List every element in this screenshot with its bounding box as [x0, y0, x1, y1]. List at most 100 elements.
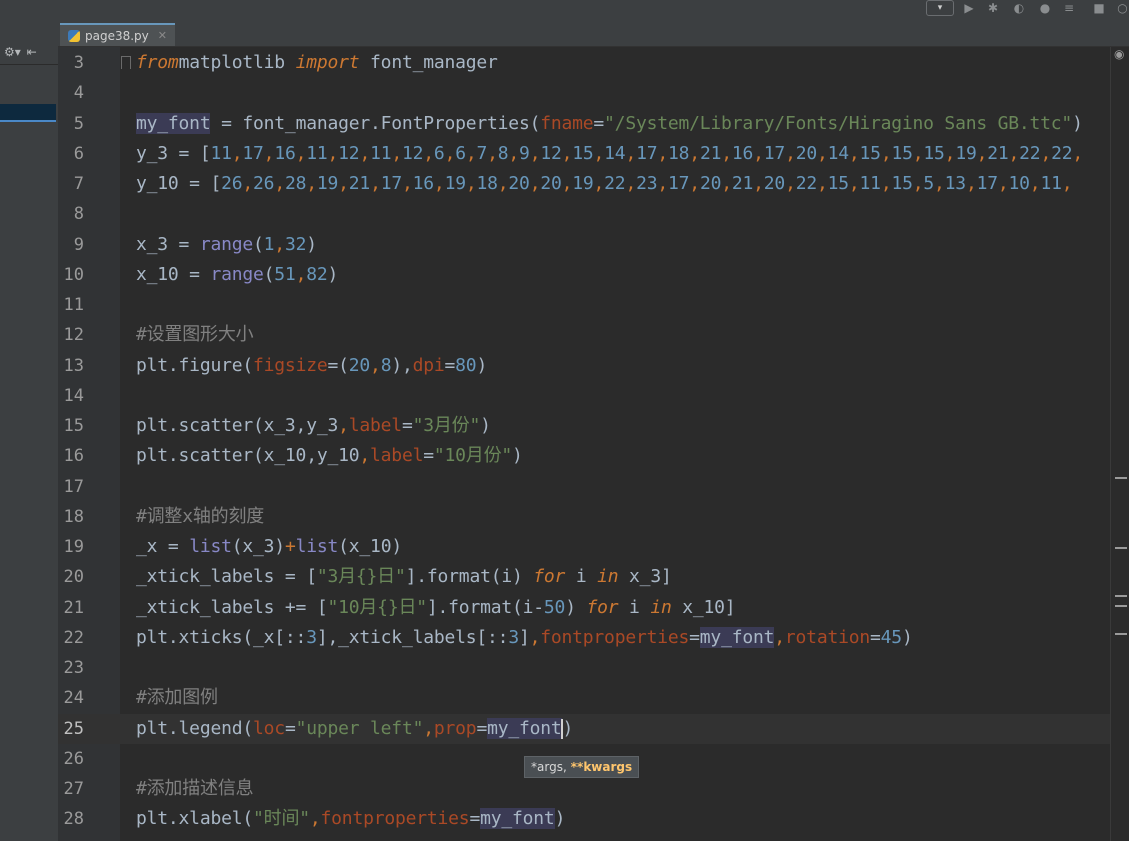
code-token: , [561, 142, 573, 164]
code-token: 22 [604, 173, 626, 194]
code-token: #添加图例 [136, 687, 218, 709]
code-token: #设置图形大小 [136, 324, 254, 346]
code-token: = [689, 626, 700, 648]
search-icon[interactable]: ○ [1116, 0, 1129, 16]
line-number[interactable]: 23 [58, 653, 84, 683]
code-line[interactable]: 3 frommatplotlib import font_manager [58, 48, 1129, 78]
line-number[interactable]: 9 [58, 230, 84, 260]
line-number[interactable]: 25 [58, 714, 84, 744]
code-token: 32 [284, 233, 307, 255]
code-token: "upper left" [295, 717, 424, 739]
code-line[interactable]: 19 _x = list(x_3)+list(x_10) [58, 532, 1129, 562]
code-line[interactable]: 22 plt.xticks(_x[::3],_xtick_labels[::3],… [58, 623, 1129, 653]
code-line[interactable]: 11 [58, 290, 1129, 320]
line-number[interactable]: 8 [58, 199, 84, 229]
line-number[interactable]: 14 [58, 381, 84, 411]
line-number[interactable]: 24 [58, 683, 84, 713]
eye-icon[interactable]: ◉ [1114, 47, 1124, 61]
code-line[interactable]: 5 my_font = font_manager.FontProperties(f… [58, 109, 1129, 139]
stop-icon[interactable]: ≡ [1062, 0, 1076, 16]
line-number[interactable]: 11 [58, 290, 84, 320]
gear-icon[interactable]: ⚙▾ [4, 45, 21, 59]
selected-file-item[interactable] [0, 104, 56, 122]
fold-marker-icon[interactable] [121, 56, 131, 69]
line-number[interactable]: 13 [58, 351, 84, 381]
line-number[interactable]: 10 [58, 260, 84, 290]
line-number[interactable]: 19 [58, 532, 84, 562]
line-number[interactable]: 28 [58, 804, 84, 834]
line-number[interactable]: 12 [58, 320, 84, 350]
code-line[interactable]: 4 [58, 78, 1129, 108]
code-token: , [497, 173, 509, 194]
code-token: , [529, 173, 541, 194]
tab-filename: page38.py [85, 28, 149, 43]
code-token: loc [253, 717, 285, 739]
code-token: list [189, 536, 232, 557]
code-line[interactable]: 28 plt.xlabel("时间",fontproperties=my_font… [58, 804, 1129, 834]
code-token: 19 [316, 173, 339, 194]
code-line[interactable]: 15 plt.scatter(x_3,y_3,label="3月份") [58, 411, 1129, 441]
tab-page38[interactable]: page38.py ✕ [60, 23, 175, 46]
code-token: 50 [543, 596, 566, 618]
code-line[interactable]: 13 plt.figure(figsize=(20,8),dpi=80) [58, 351, 1129, 381]
code-token: = [401, 415, 413, 436]
layout-icon[interactable]: ■ [1092, 0, 1106, 16]
editor-scrollbar[interactable]: ◉ [1110, 47, 1129, 841]
code-token: 5 [923, 173, 935, 194]
code-line[interactable]: 17 [58, 472, 1129, 502]
line-number[interactable]: 15 [58, 411, 84, 441]
code-line[interactable]: 25 plt.legend(loc="upper left",prop=my_fo… [58, 713, 1129, 744]
code-line[interactable]: 14 [58, 381, 1129, 411]
run-config-dropdown[interactable]: ▾ [926, 0, 954, 16]
code-token: figsize [253, 354, 328, 376]
close-icon[interactable]: ✕ [158, 29, 167, 42]
code-token: , [561, 173, 573, 194]
code-line[interactable]: 23 [58, 653, 1129, 683]
debug-icon[interactable]: ✱ [986, 0, 1000, 16]
code-token: 14 [827, 142, 849, 164]
coverage-icon[interactable]: ◐ [1012, 0, 1026, 16]
code-line[interactable]: 27 #添加描述信息 [58, 774, 1129, 804]
code-line[interactable]: 16 plt.scatter(x_10,y_10,label="10月份") [58, 441, 1129, 471]
code-line[interactable]: 24 #添加图例 [58, 683, 1129, 713]
code-token: ].format(i- [426, 596, 544, 618]
line-number[interactable]: 20 [58, 562, 84, 592]
line-number[interactable]: 21 [58, 593, 84, 623]
code-text: y_10 = [26,26,28,19,21,17,16,19,18,20,20… [136, 169, 1073, 199]
collapse-icon[interactable]: ⇤ [27, 45, 37, 59]
line-number[interactable]: 26 [58, 744, 84, 774]
code-token: , [965, 173, 977, 194]
code-line[interactable]: 9 x_3 = range(1,32) [58, 230, 1129, 260]
code-token: , [774, 626, 785, 648]
code-text: my_font = font_manager.FontProperties(fn… [136, 109, 1083, 139]
code-line[interactable]: 21 _xtick_labels += ["10月{}日"].format(i-5… [58, 593, 1129, 623]
editor-tab-bar: page38.py ✕ [58, 20, 1129, 47]
line-number[interactable]: 5 [58, 109, 84, 139]
code-token: , [1040, 142, 1052, 164]
line-number[interactable]: 17 [58, 472, 84, 502]
code-line[interactable]: 18 #调整x轴的刻度 [58, 502, 1129, 532]
code-line[interactable]: 8 [58, 199, 1129, 229]
code-text: y_3 = [11,17,16,11,12,11,12,6,6,7,8,9,12… [136, 139, 1083, 169]
code-token: , [1029, 173, 1041, 194]
code-token: =( [327, 354, 349, 376]
code-line[interactable]: 10 x_10 = range(51,82) [58, 260, 1129, 290]
line-number[interactable]: 22 [58, 623, 84, 653]
code-token: , [848, 173, 860, 194]
code-line[interactable]: 12 #设置图形大小 [58, 320, 1129, 350]
line-number[interactable]: 27 [58, 774, 84, 804]
line-number[interactable]: 18 [58, 502, 84, 532]
line-number[interactable]: 4 [58, 78, 84, 108]
code-line[interactable]: 20 _xtick_labels = ["3月{}日"].format(i) fo… [58, 562, 1129, 592]
line-number[interactable]: 7 [58, 169, 84, 199]
run-icon[interactable]: ▶ [962, 0, 976, 16]
profile-icon[interactable]: ● [1038, 0, 1052, 16]
line-number[interactable]: 16 [58, 441, 84, 471]
code-token: 16 [731, 142, 754, 164]
line-number[interactable]: 3 [58, 48, 84, 78]
code-line[interactable]: 7 y_10 = [26,26,28,19,21,17,16,19,18,20,2… [58, 169, 1129, 199]
code-token: 17 [636, 142, 658, 164]
code-line[interactable]: 6 y_3 = [11,17,16,11,12,11,12,6,6,7,8,9,1… [58, 139, 1129, 169]
line-number[interactable]: 6 [58, 139, 84, 169]
code-token: 15 [923, 142, 945, 164]
